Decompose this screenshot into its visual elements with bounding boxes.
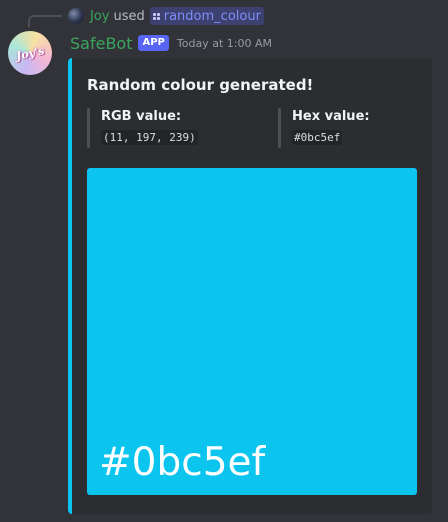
app-badge: APP	[138, 35, 169, 51]
color-embed: Random colour generated! RGB value: (11,…	[68, 58, 432, 514]
app-command-icon	[152, 12, 160, 20]
hex-field-value: #0bc5ef	[292, 130, 343, 145]
rgb-field-label: RGB value:	[101, 109, 182, 124]
hex-field-label: Hex value:	[292, 109, 370, 124]
reply-connector	[28, 15, 62, 27]
bot-avatar[interactable]: Joy's	[8, 31, 52, 75]
reply-verb: used	[113, 8, 145, 24]
swatch-hex-label: #0bc5ef	[99, 440, 266, 485]
slash-command-chip[interactable]: random_colour	[149, 7, 264, 25]
replied-user-name[interactable]: Joy	[90, 9, 109, 24]
hex-field: Hex value: #0bc5ef	[278, 108, 370, 148]
color-swatch-image[interactable]: #0bc5ef	[87, 168, 417, 495]
avatar-text: Joy's	[14, 43, 46, 63]
rgb-field-value: (11, 197, 239)	[101, 130, 198, 145]
message-header: SafeBot APP Today at 1:00 AM	[70, 33, 272, 53]
replied-user-avatar[interactable]	[68, 8, 84, 24]
author-name[interactable]: SafeBot	[70, 34, 132, 53]
command-name: random_colour	[163, 8, 261, 24]
embed-title: Random colour generated!	[87, 76, 314, 94]
message-timestamp[interactable]: Today at 1:00 AM	[177, 37, 272, 50]
rgb-field: RGB value: (11, 197, 239)	[87, 108, 198, 148]
reply-context[interactable]: Joy used random_colour	[68, 6, 264, 26]
